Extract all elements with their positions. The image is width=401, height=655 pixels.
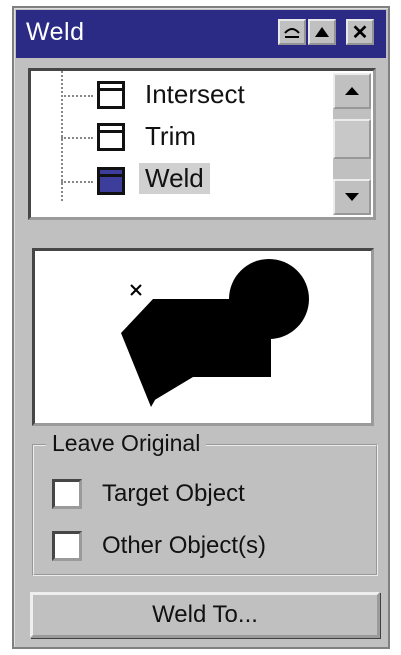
tree-branch xyxy=(61,137,93,139)
scroll-up-button[interactable] xyxy=(333,73,371,109)
checkbox-label: Other Object(s) xyxy=(102,532,267,559)
tree-item-weld[interactable]: Weld xyxy=(31,161,331,201)
shaping-tree-list[interactable]: Intersect Trim Weld xyxy=(28,68,376,220)
shaping-window-icon xyxy=(97,81,125,109)
tree-item-intersect[interactable]: Intersect xyxy=(31,75,331,115)
tree-scrollbar[interactable] xyxy=(333,73,371,215)
arrow-down-icon xyxy=(345,193,359,201)
weld-docker-window: Weld ✕ Intersect Trim Weld Leave Origina… xyxy=(12,6,390,649)
checkbox-label: Target Object xyxy=(102,480,245,507)
group-legend: Leave Original xyxy=(46,430,207,457)
tree-item-label: Weld xyxy=(139,163,210,194)
arrow-up-icon xyxy=(345,87,359,95)
other-objects-option[interactable]: Other Object(s) xyxy=(52,528,266,564)
close-button[interactable]: ✕ xyxy=(346,19,374,45)
tree-item-label: Intersect xyxy=(145,79,245,109)
tree-item-trim[interactable]: Trim xyxy=(31,117,331,157)
tree-branch xyxy=(61,95,93,97)
weld-preview xyxy=(32,248,374,426)
window-title: Weld xyxy=(26,18,85,46)
shaping-window-icon xyxy=(97,167,125,195)
weld-preview-illustration xyxy=(121,259,309,407)
title-bar[interactable]: Weld ✕ xyxy=(16,10,386,58)
weld-to-button[interactable]: Weld To... xyxy=(30,592,380,638)
scroll-thumb[interactable] xyxy=(333,119,371,159)
collapse-up-icon xyxy=(315,27,329,37)
rollup-button[interactable] xyxy=(278,19,306,45)
target-object-checkbox[interactable] xyxy=(52,479,82,509)
target-object-option[interactable]: Target Object xyxy=(52,476,245,512)
leave-original-group: Leave Original Target Object Other Objec… xyxy=(32,430,378,576)
rollup-icon xyxy=(284,28,300,38)
tree-branch xyxy=(61,181,93,183)
tree-item-label: Trim xyxy=(145,121,197,151)
origin-marker-icon xyxy=(130,284,142,296)
scroll-down-button[interactable] xyxy=(333,179,371,215)
shaping-window-icon xyxy=(97,123,125,151)
close-icon: ✕ xyxy=(351,21,369,44)
other-objects-checkbox[interactable] xyxy=(52,531,82,561)
collapse-up-button[interactable] xyxy=(308,19,336,45)
